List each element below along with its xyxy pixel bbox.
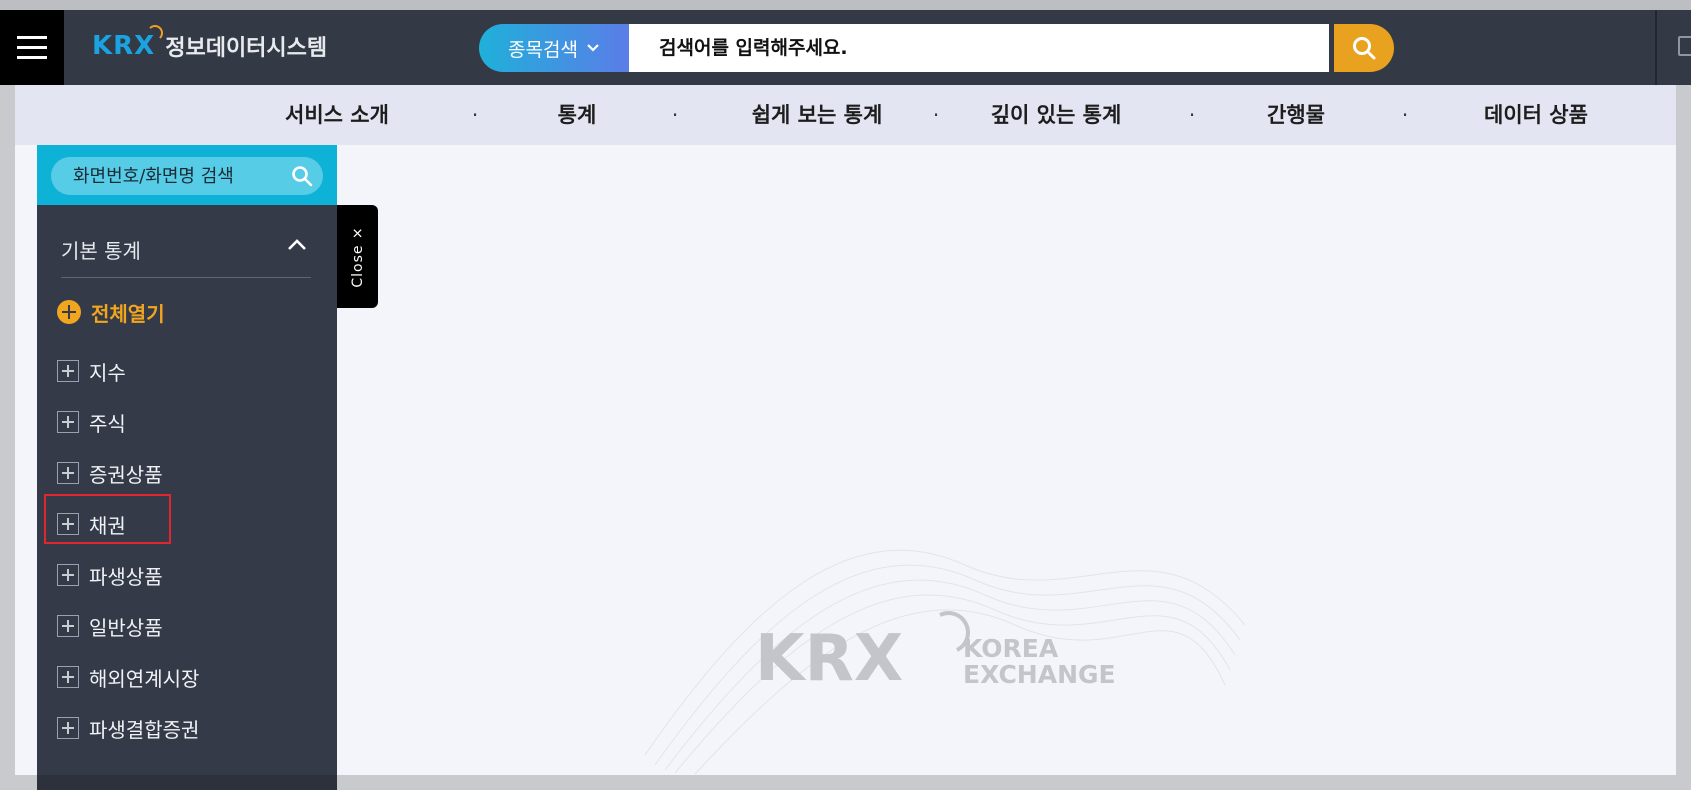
sidebar: 기본 통계 전체열기 지수 주식 증권상품 채권 파생상품 일반상품 해외연계시… (37, 145, 337, 790)
logo-text: 정보데이터시스템 (165, 36, 328, 61)
window-top-strip (0, 0, 1691, 10)
close-tab-label: Close × (349, 225, 366, 288)
logo[interactable]: KRX 정보데이터시스템 (92, 25, 328, 62)
sidebar-search-bar (37, 145, 337, 205)
sidebar-section-header[interactable]: 기본 통계 (61, 227, 311, 278)
lock-icon[interactable] (1678, 36, 1691, 56)
sidebar-item-overseas-linked[interactable]: 해외연계시장 (57, 657, 199, 697)
header-divider (1655, 10, 1657, 85)
sidebar-close-tab[interactable]: Close × (337, 205, 378, 308)
watermark-krx: KRX (755, 622, 903, 696)
sidebar-item-derivative-linked-securities[interactable]: 파생결합증권 (57, 708, 199, 748)
chevron-down-icon (587, 44, 599, 52)
main-navigation: 서비스 소개 · 통계 · 쉽게 보는 통계 · 깊이 있는 통계 · 간행물 … (15, 85, 1676, 145)
search-icon (1353, 37, 1376, 60)
nav-item-deep-statistics[interactable]: 깊이 있는 통계 (991, 85, 1122, 145)
plus-box-icon (57, 360, 79, 382)
sidebar-item-label: 증권상품 (89, 462, 163, 487)
nav-separator: · (671, 103, 679, 127)
plus-box-icon (57, 411, 79, 433)
global-search: 종목검색 (479, 24, 1394, 72)
plus-box-icon (57, 462, 79, 484)
sidebar-item-derivatives[interactable]: 파생상품 (57, 555, 163, 595)
plus-box-icon (57, 717, 79, 739)
menu-icon-bar (17, 56, 47, 59)
screen-search-input[interactable] (51, 157, 281, 195)
sidebar-item-label: 파생결합증권 (89, 717, 200, 742)
expand-all-button[interactable]: 전체열기 (57, 297, 165, 327)
nav-separator: · (471, 103, 479, 127)
watermark-korea: KOREA (963, 634, 1059, 663)
nav-item-statistics[interactable]: 통계 (558, 85, 597, 145)
plus-box-icon (57, 615, 79, 637)
sidebar-item-label: 주식 (89, 411, 126, 436)
menu-icon-bar (17, 46, 47, 49)
krx-logo-mark: KRX (92, 25, 164, 61)
nav-separator: · (1188, 103, 1196, 127)
header: KRX 정보데이터시스템 종목검색 (0, 10, 1691, 85)
expand-all-label: 전체열기 (91, 301, 165, 326)
plus-box-icon (57, 666, 79, 688)
search-category-label: 종목검색 (508, 38, 578, 61)
krx-watermark-logo: KRX KOREA EXCHANGE (644, 549, 1246, 775)
search-button[interactable] (1334, 24, 1394, 72)
menu-icon (17, 36, 47, 39)
sidebar-item-securities-products[interactable]: 증권상품 (57, 453, 163, 493)
plus-circle-icon (57, 300, 81, 324)
nav-item-easy-statistics[interactable]: 쉽게 보는 통계 (752, 85, 883, 145)
sidebar-item-general-products[interactable]: 일반상품 (57, 606, 163, 646)
plus-box-icon (57, 564, 79, 586)
nav-item-service-intro[interactable]: 서비스 소개 (285, 85, 389, 145)
nav-item-publications[interactable]: 간행물 (1267, 85, 1325, 145)
watermark-exchange: EXCHANGE (963, 660, 1116, 689)
sidebar-item-label: 해외연계시장 (89, 666, 200, 691)
search-category-select[interactable]: 종목검색 (479, 24, 629, 72)
chevron-up-icon (288, 239, 306, 250)
sidebar-search-box (51, 157, 323, 195)
highlight-box (44, 494, 171, 544)
nav-separator: · (932, 103, 940, 127)
search-input[interactable] (629, 24, 1329, 72)
sidebar-item-stock[interactable]: 주식 (57, 402, 126, 442)
search-icon[interactable] (291, 165, 313, 187)
hamburger-menu-button[interactable] (0, 10, 64, 85)
sidebar-bottom-band (37, 775, 337, 790)
sidebar-item-label: 파생상품 (89, 564, 163, 589)
sidebar-item-label: 일반상품 (89, 615, 163, 640)
nav-item-data-products[interactable]: 데이터 상품 (1484, 85, 1588, 145)
nav-separator: · (1401, 103, 1409, 127)
sidebar-section-title: 기본 통계 (61, 239, 141, 263)
sidebar-item-index[interactable]: 지수 (57, 351, 126, 391)
sidebar-item-label: 지수 (89, 360, 126, 385)
